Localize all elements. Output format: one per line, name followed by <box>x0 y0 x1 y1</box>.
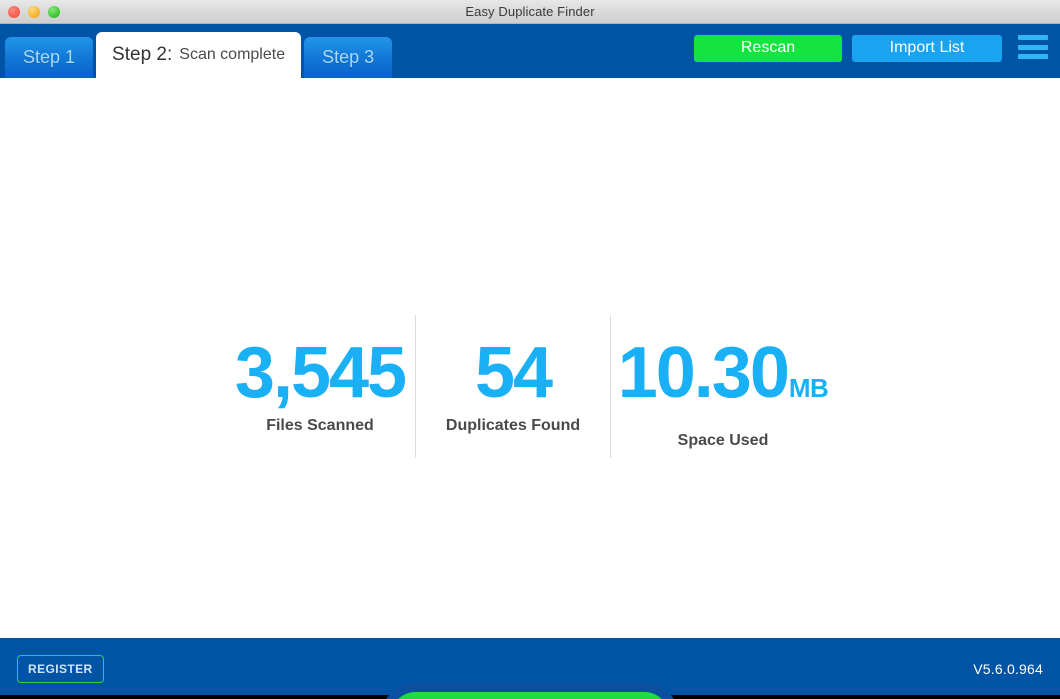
stat-space-used-unit: MB <box>788 373 829 403</box>
step-tabs: Step 1 Step 2: Scan complete Step 3 <box>0 24 393 78</box>
stat-space-used-value-group: 10.30 MB <box>618 335 829 426</box>
header-actions: Rescan Import List <box>694 24 1060 78</box>
hamburger-menu-icon[interactable] <box>1018 35 1048 59</box>
tab-step-2-status: Scan complete <box>179 46 286 63</box>
rescan-button[interactable]: Rescan <box>694 34 842 62</box>
hamburger-bar-2 <box>1018 44 1048 50</box>
window-title-bar: Easy Duplicate Finder <box>0 0 1060 24</box>
stat-files-scanned-value: 3,545 <box>234 333 407 413</box>
tab-step-3[interactable]: Step 3 <box>304 37 393 78</box>
version-label: V5.6.0.964 <box>973 660 1043 677</box>
go-fix-them-button[interactable]: STEP 3: GO FIX THEM! <box>391 692 669 699</box>
import-list-button[interactable]: Import List <box>852 34 1002 62</box>
stat-space-used-value: 10.30 <box>617 333 790 413</box>
tab-step-2[interactable]: Step 2: Scan complete <box>96 32 302 78</box>
cta-container: STEP 3: GO FIX THEM! <box>0 683 1060 699</box>
minimize-window-icon[interactable] <box>28 5 40 18</box>
stat-space-used-label: Space Used <box>677 432 769 449</box>
app-header: Step 1 Step 2: Scan complete Step 3 Resc… <box>0 24 1060 78</box>
scan-summary-stats: 3,545 Files Scanned 54 Duplicates Found … <box>0 315 1060 458</box>
hamburger-bar-3 <box>1018 54 1048 59</box>
window-title: Easy Duplicate Finder <box>465 4 595 19</box>
close-window-icon[interactable] <box>8 5 20 18</box>
tab-step-1[interactable]: Step 1 <box>5 37 94 78</box>
stat-files-scanned: 3,545 Files Scanned <box>225 315 415 458</box>
stat-duplicates-found-value: 54 <box>474 333 553 413</box>
tab-step-2-label: Step 2: <box>112 44 173 65</box>
tab-step-1-label: Step 1 <box>23 47 76 67</box>
hamburger-bar-1 <box>1018 35 1048 40</box>
cta-ring: STEP 3: GO FIX THEM! <box>381 683 679 699</box>
application-window: Easy Duplicate Finder Step 1 Step 2: Sca… <box>0 0 1060 699</box>
stat-space-used: 10.30 MB Space Used <box>610 315 835 458</box>
maximize-window-icon[interactable] <box>48 5 60 18</box>
stat-duplicates-found: 54 Duplicates Found <box>415 315 610 458</box>
main-content: 3,545 Files Scanned 54 Duplicates Found … <box>0 78 1060 699</box>
stat-duplicates-found-label: Duplicates Found <box>445 417 581 434</box>
register-button[interactable]: REGISTER <box>17 654 104 683</box>
tab-step-3-label: Step 3 <box>322 47 375 67</box>
window-controls <box>8 0 60 23</box>
stat-files-scanned-label: Files Scanned <box>266 417 374 434</box>
